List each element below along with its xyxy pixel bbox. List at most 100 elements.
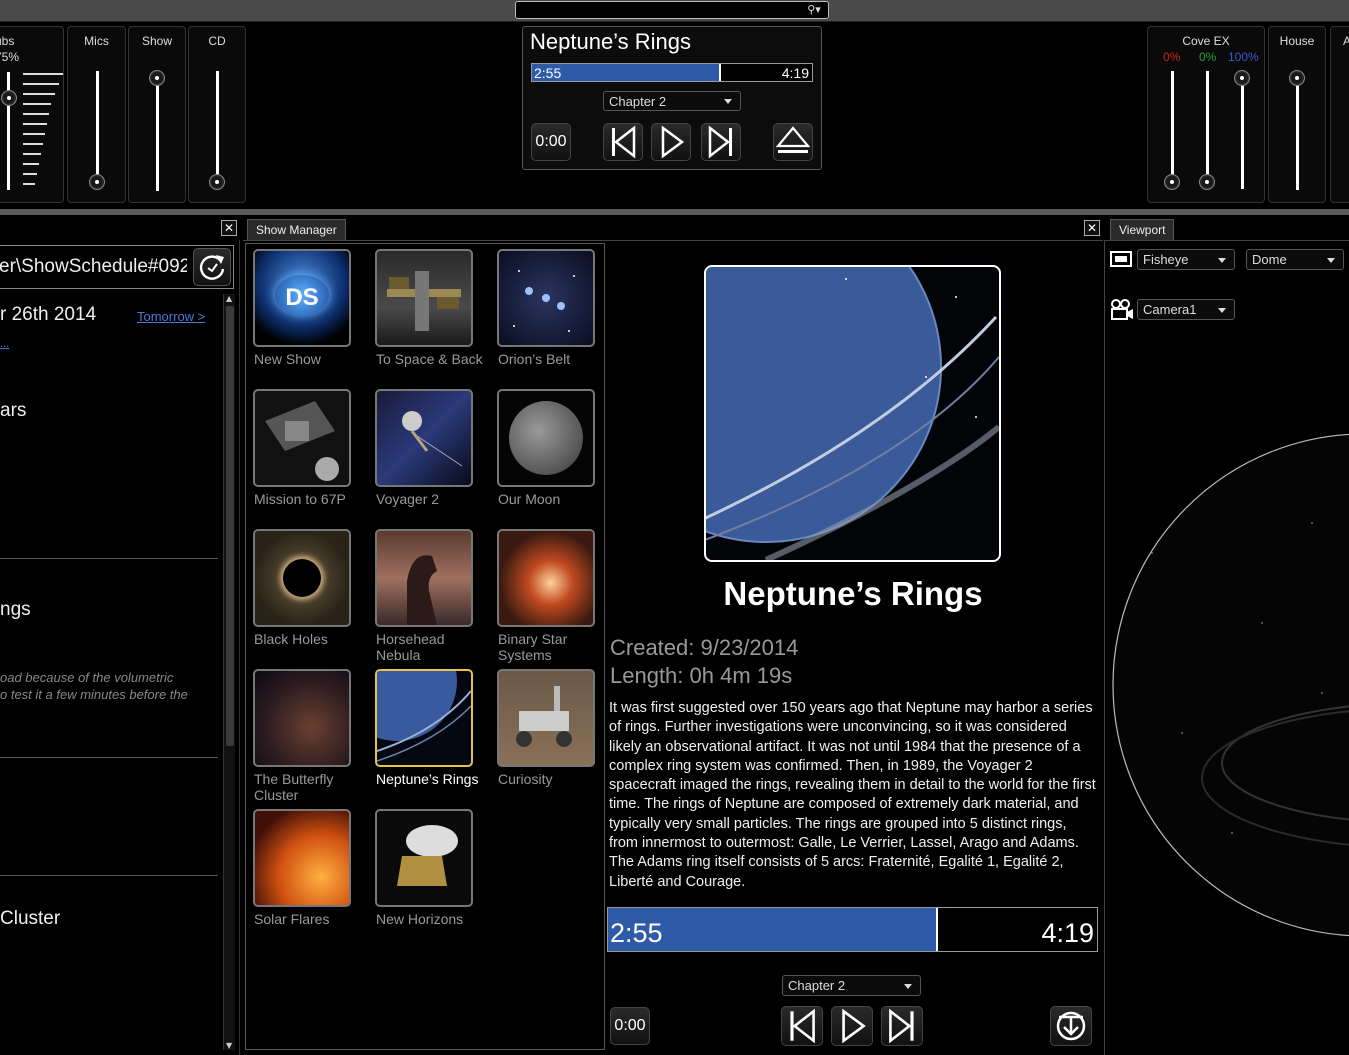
fader-track <box>216 71 219 183</box>
schedule-item[interactable]: ars <box>0 400 26 422</box>
show-thumb-the-butterfly-cluster[interactable] <box>253 669 351 767</box>
probe-image <box>265 401 339 481</box>
show-label[interactable]: Voyager 2 <box>376 491 486 507</box>
show-thumb-neptunes-rings[interactable] <box>375 669 473 767</box>
reset-time-button[interactable]: 0:00 <box>531 123 571 161</box>
play-button[interactable] <box>831 1006 873 1046</box>
show-thumb-new-show[interactable]: DS <box>253 249 351 347</box>
fader-knob[interactable] <box>1164 174 1180 190</box>
show-thumb-black-holes[interactable] <box>253 529 351 627</box>
show-label[interactable]: Orion’s Belt <box>498 351 608 367</box>
tab-show-manager[interactable]: Show Manager <box>247 219 346 240</box>
show-thumb-orions-belt[interactable] <box>497 249 595 347</box>
refresh-button[interactable] <box>193 248 231 286</box>
fader-knob[interactable] <box>209 174 225 190</box>
show-thumb-mission-to-67p[interactable] <box>253 389 351 487</box>
cove-red-level: 0% <box>1163 50 1181 64</box>
total-time: 4:19 <box>781 65 809 81</box>
panel-header-line <box>243 240 1103 241</box>
close-icon[interactable]: ✕ <box>1084 220 1100 236</box>
more-link[interactable]: ... <box>0 338 9 350</box>
camera-dropdown[interactable]: Camera1 <box>1137 299 1235 320</box>
next-chapter-button[interactable] <box>881 1006 923 1046</box>
scroll-down-icon[interactable]: ▼ <box>226 1041 232 1050</box>
previous-chapter-button[interactable] <box>603 123 643 161</box>
show-label[interactable]: Binary Star Systems <box>498 631 608 663</box>
eject-button[interactable] <box>773 123 813 161</box>
chapter-label: Chapter 2 <box>609 94 667 109</box>
fader-knob[interactable] <box>1199 174 1215 190</box>
show-label[interactable]: New Horizons <box>376 911 486 927</box>
dome-viewport[interactable] <box>1112 433 1349 938</box>
search-input[interactable]: ⚲▾ <box>515 1 829 19</box>
tab-viewport[interactable]: Viewport <box>1110 219 1175 240</box>
fader-knob[interactable] <box>149 70 165 86</box>
load-show-button[interactable] <box>1050 1006 1092 1046</box>
camera-label: Camera1 <box>1143 302 1197 317</box>
rover-image <box>516 686 572 747</box>
show-label[interactable]: Curiosity <box>498 771 608 787</box>
show-thumb-solar-flares[interactable] <box>253 809 351 907</box>
player-progress-bar[interactable]: 2:55 4:19 <box>531 63 813 82</box>
player-title: Neptune’s Rings <box>530 29 692 54</box>
show-label[interactable]: Solar Flares <box>254 911 364 927</box>
schedule-item[interactable]: Cluster <box>0 908 60 930</box>
play-button[interactable] <box>651 123 691 161</box>
fader-knob[interactable] <box>1 90 17 106</box>
skip-forward-icon <box>889 1008 914 1044</box>
show-label[interactable]: Our Moon <box>498 491 608 507</box>
scroll-up-icon[interactable]: ▲ <box>226 294 232 303</box>
scroll-thumb[interactable] <box>226 306 234 746</box>
separator <box>0 875 218 876</box>
chevron-down-icon <box>1218 307 1226 313</box>
search-icon[interactable]: ⚲▾ <box>802 3 826 17</box>
show-preview-image <box>704 265 1001 562</box>
surface-dropdown[interactable]: Dome <box>1246 249 1344 270</box>
show-thumb-new-horizons[interactable] <box>375 809 473 907</box>
schedule-scrollbar[interactable]: ▲ ▼ <box>223 294 235 1050</box>
show-thumb-to-space-and-back[interactable] <box>375 249 473 347</box>
show-description: It was first suggested over 150 years ag… <box>609 700 1096 890</box>
play-icon <box>842 1008 866 1044</box>
panel-divider[interactable] <box>0 209 1349 215</box>
refresh-icon <box>199 255 225 280</box>
viewport-divider <box>1104 240 1105 1055</box>
tomorrow-link[interactable]: Tomorrow > <box>137 309 205 324</box>
space-station-image <box>387 271 461 331</box>
show-label[interactable]: The Butterfly Cluster <box>254 771 364 803</box>
previous-chapter-button[interactable] <box>781 1006 823 1046</box>
fader-knob[interactable] <box>89 174 105 190</box>
strip-label: Mics <box>84 34 109 48</box>
reset-time-button[interactable]: 0:00 <box>610 1007 650 1045</box>
show-thumb-voyager-2[interactable] <box>375 389 473 487</box>
mixer-strip-cove: Cove EX 0% 0% 100% <box>1147 26 1265 203</box>
cove-green-level: 0% <box>1199 50 1217 64</box>
chapter-dropdown[interactable]: Chapter 2 <box>782 975 921 996</box>
schedule-path-field[interactable]: er\ShowSchedule#092 <box>0 245 234 289</box>
schedule-item[interactable]: ngs <box>0 599 31 621</box>
created-date: Created: 9/23/2014 <box>610 635 799 660</box>
show-label[interactable]: Horsehead Nebula <box>376 631 486 663</box>
panel-header-line <box>1105 240 1349 241</box>
show-thumb-curiosity[interactable] <box>497 669 595 767</box>
voyager-image <box>402 411 463 467</box>
show-label[interactable]: New Show <box>254 351 364 367</box>
show-label[interactable]: Black Holes <box>254 631 364 647</box>
show-label[interactable]: To Space & Back <box>376 351 486 367</box>
elapsed-time: 2:55 <box>534 65 562 81</box>
show-thumb-our-moon[interactable] <box>497 389 595 487</box>
details-progress-bar[interactable]: 2:55 4:19 <box>607 907 1098 952</box>
fader-knob[interactable] <box>1289 70 1305 86</box>
chevron-down-icon <box>1218 257 1226 263</box>
strip-label: A <box>1343 34 1349 48</box>
show-label[interactable]: Mission to 67P <box>254 491 364 507</box>
show-thumb-horsehead-nebula[interactable] <box>375 529 473 627</box>
close-icon[interactable]: ✕ <box>221 220 237 236</box>
next-chapter-button[interactable] <box>701 123 741 161</box>
projection-dropdown[interactable]: Fisheye <box>1137 249 1235 270</box>
strip-label: Cove EX <box>1182 34 1230 48</box>
chapter-dropdown[interactable]: Chapter 2 <box>603 91 741 111</box>
show-thumb-binary-star-systems[interactable] <box>497 529 595 627</box>
fader-knob[interactable] <box>1234 70 1250 86</box>
show-label[interactable]: Neptune’s Rings <box>376 771 486 787</box>
